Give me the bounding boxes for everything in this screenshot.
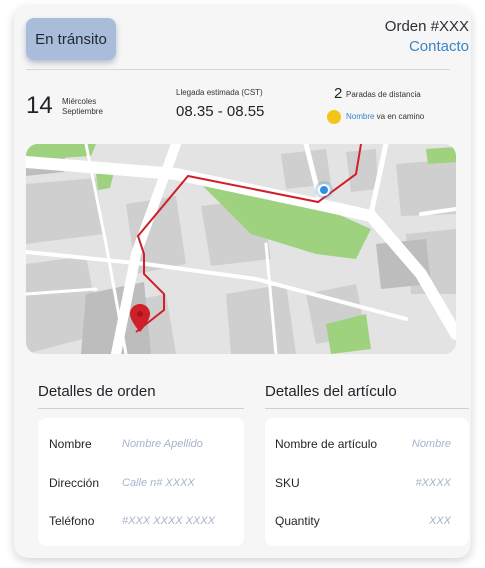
item-sku-label: SKU <box>275 476 300 490</box>
order-address-value: Calle n# XXXX <box>122 477 195 489</box>
order-details-panel: Nombre Nombre Apellido Dirección Calle n… <box>38 418 244 546</box>
eta-label: Llegada estimada (CST) <box>176 88 263 97</box>
order-number: Orden #XXX <box>384 18 469 35</box>
item-details-title: Detalles del artículo <box>265 383 397 400</box>
header-divider <box>26 69 450 70</box>
order-address-label: Dirección <box>49 476 100 490</box>
driver-dot-icon <box>327 110 341 124</box>
delivery-day-number: 14 <box>26 92 53 119</box>
order-phone-label: Teléfono <box>49 514 95 528</box>
route-map[interactable] <box>26 144 456 354</box>
order-name-value: Nombre Apellido <box>122 438 203 450</box>
status-button[interactable]: En tránsito <box>26 18 116 60</box>
item-details-panel: Nombre de artículo Nombre SKU #XXXX Quan… <box>265 418 469 546</box>
driver-name[interactable]: Nombre <box>346 112 374 121</box>
map-canvas <box>26 144 456 354</box>
contact-link[interactable]: Contacto <box>409 38 469 55</box>
item-quantity-value: XXX <box>428 515 451 527</box>
eta-time-range: 08.35 - 08.55 <box>176 103 265 120</box>
order-details-divider <box>38 408 244 409</box>
order-details-title: Detalles de orden <box>38 383 156 400</box>
order-name-label: Nombre <box>49 437 92 451</box>
item-name-value: Nombre <box>411 438 451 450</box>
delivery-month: Septiembre <box>62 107 103 116</box>
delivery-weekday: Miércoles <box>62 97 97 106</box>
driver-status: Nombre va en camino <box>346 112 424 121</box>
vehicle-location-icon <box>318 184 330 196</box>
item-name-label: Nombre de artículo <box>275 437 378 451</box>
driver-status-text: va en camino <box>374 112 425 121</box>
item-quantity-label: Quantity <box>275 514 320 528</box>
item-sku-value: #XXXX <box>415 477 451 489</box>
order-phone-value: #XXX XXXX XXXX <box>122 515 215 527</box>
stops-label: Paradas de distancia <box>346 90 421 99</box>
item-details-divider <box>265 408 469 409</box>
stops-count: 2 <box>334 85 343 102</box>
delivery-date-text: Miércoles Septiembre <box>62 97 103 117</box>
